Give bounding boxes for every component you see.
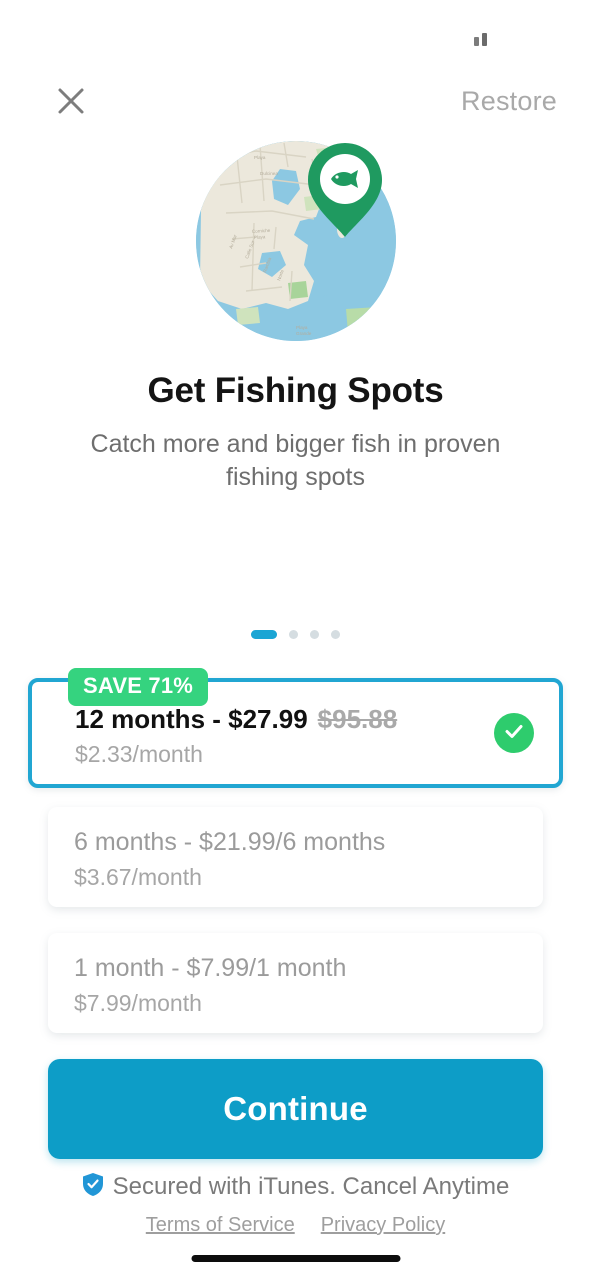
carousel-dot-1[interactable] xyxy=(251,630,277,639)
plan-text-block: 1 month - $7.99/1 month $7.99/month xyxy=(74,953,346,1018)
plan-title-row: 12 months - $27.99 $95.88 xyxy=(75,704,397,735)
plan-strike-price: $95.88 xyxy=(317,704,398,734)
home-indicator[interactable] xyxy=(191,1255,400,1262)
secure-text: Secured with iTunes. Cancel Anytime xyxy=(112,1173,510,1200)
terms-of-service-link[interactable]: Terms of Service xyxy=(146,1214,295,1237)
privacy-policy-link[interactable]: Privacy Policy xyxy=(321,1214,445,1237)
plan-selected-check xyxy=(494,713,534,753)
legal-links: Terms of Service Privacy Policy xyxy=(0,1214,591,1237)
svg-text:Playa: Playa xyxy=(254,155,266,160)
plan-title: 1 month - $7.99/1 month xyxy=(74,954,347,982)
paywall-screen: Restore Playa Dulcinea Corniche Playa Av… xyxy=(0,0,591,1280)
plan-monthly-price: $7.99/month xyxy=(74,990,202,1016)
restore-button[interactable]: Restore xyxy=(461,79,557,123)
signal-bars-icon xyxy=(474,33,487,46)
carousel-dot-4[interactable] xyxy=(331,630,340,639)
svg-text:Grande: Grande xyxy=(296,331,312,336)
close-button[interactable] xyxy=(48,78,94,124)
check-icon xyxy=(503,720,525,747)
carousel-dot-3[interactable] xyxy=(310,630,319,639)
plan-option-6-months[interactable]: 6 months - $21.99/6 months $3.67/month xyxy=(48,807,543,907)
plan-title: 12 months - $27.99 xyxy=(75,704,308,734)
hero-illustration: Playa Dulcinea Corniche Playa Av Mar Cal… xyxy=(196,141,396,341)
plan-monthly-price: $2.33/month xyxy=(75,741,203,767)
page-title: Get Fishing Spots xyxy=(147,371,444,410)
status-bar xyxy=(0,0,591,62)
carousel-dot-2[interactable] xyxy=(289,630,298,639)
plan-text-block: 12 months - $27.99 $95.88 $2.33/month xyxy=(75,704,397,769)
close-icon xyxy=(56,86,86,116)
page-subtitle: Catch more and bigger fish in proven fis… xyxy=(90,430,501,491)
save-badge: SAVE 71% xyxy=(68,668,209,706)
svg-text:Playa: Playa xyxy=(296,325,308,330)
plan-option-1-month[interactable]: 1 month - $7.99/1 month $7.99/month xyxy=(48,933,543,1033)
fish-location-pin-icon xyxy=(304,141,386,244)
secure-notice: Secured with iTunes. Cancel Anytime xyxy=(0,1172,591,1202)
plan-monthly-price: $3.67/month xyxy=(74,864,202,890)
shield-check-icon xyxy=(82,1172,104,1202)
plan-option-12-months[interactable]: SAVE 71% 12 months - $27.99 $95.88 $2.33/… xyxy=(28,668,563,788)
svg-text:Playa: Playa xyxy=(254,234,266,240)
svg-text:Dulcinea: Dulcinea xyxy=(260,171,278,176)
plan-text-block: 6 months - $21.99/6 months $3.67/month xyxy=(74,827,385,892)
carousel-dots xyxy=(0,630,591,639)
plan-title: 6 months - $21.99/6 months xyxy=(74,828,386,856)
continue-button[interactable]: Continue xyxy=(48,1059,543,1159)
